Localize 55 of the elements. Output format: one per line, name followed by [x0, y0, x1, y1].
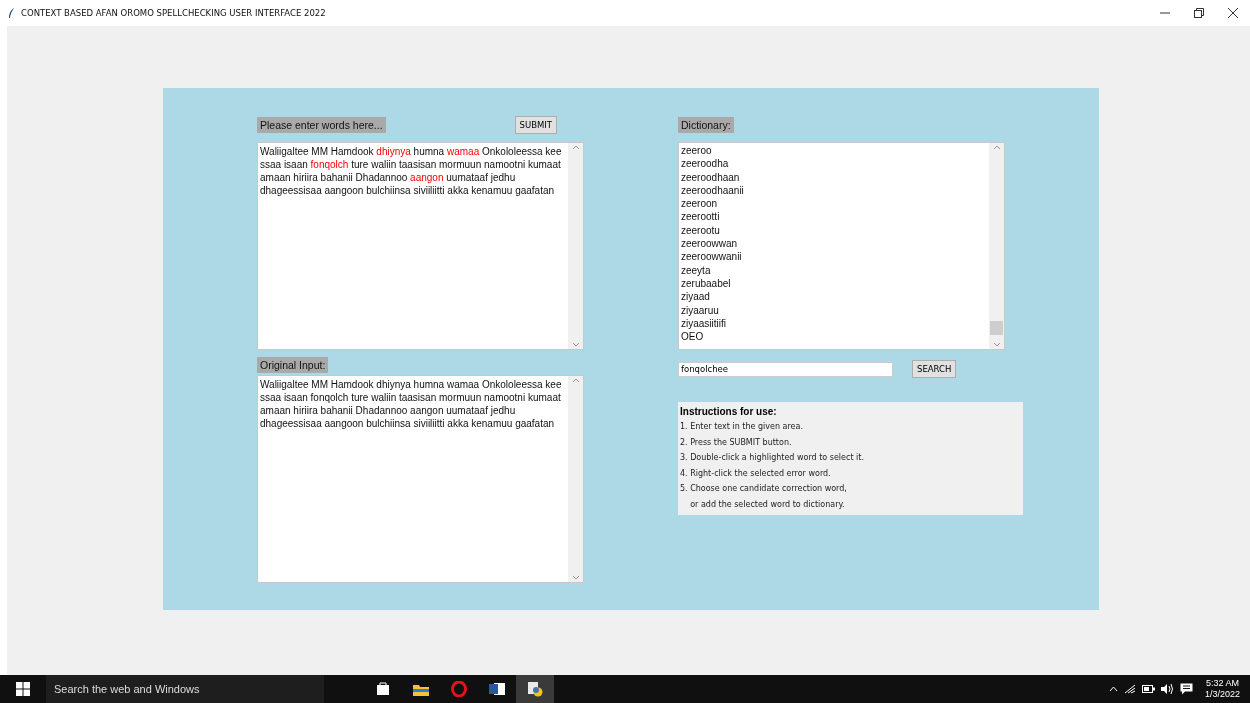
dictionary-item[interactable]: zeeroodhaan	[681, 170, 989, 184]
clock-time[interactable]: 5:32 AM	[1205, 678, 1239, 689]
window-title: CONTEXT BASED AFAN OROMO SPELLCHECKING USER INTERFACE 2022	[21, 8, 326, 18]
text-line: dhageessisaa aangoon bulchiinsa siviiliitti akka kenamuu gaafatan	[260, 417, 556, 430]
dictionary-item[interactable]: ziyaasiitiifi	[681, 316, 989, 331]
instruction-step: 3. Double-click a highlighted word to select it.	[680, 450, 1021, 466]
dictionary-item[interactable]: zeeroodhaanii	[681, 183, 989, 198]
dictionary-item[interactable]: zeerootu	[681, 223, 989, 238]
restore-icon[interactable]	[1194, 8, 1204, 18]
original-text-area[interactable]	[257, 375, 584, 583]
search-field[interactable]: fonqolchee	[678, 361, 893, 377]
dictionary-item[interactable]: zeeroowwanii	[681, 250, 989, 264]
text-line: amaan hiriira bahanii Dhadannoo aangon uumataaf jedhu	[260, 171, 517, 184]
search-button[interactable]: SEARCH	[912, 360, 957, 378]
dictionary-item[interactable]: zerubaabel	[681, 276, 989, 291]
battery-icon[interactable]	[1141, 685, 1155, 693]
instruction-step: or add the selected word to dictionary.	[680, 496, 1021, 513]
text-line: ssaa isaan fonqolch ture waliin taasisan mormuun namootni kumaat	[260, 391, 562, 404]
instructions-title: Instructions for use:	[680, 405, 778, 419]
input-label: Please enter words here...	[257, 117, 386, 133]
dictionary-item[interactable]: zeeroo	[681, 144, 989, 158]
speaker-icon[interactable]	[1160, 684, 1174, 694]
input-text-area[interactable]	[257, 142, 584, 350]
dictionary-item[interactable]: zeeyta	[681, 263, 989, 277]
dictionary-item[interactable]: zeerootti	[681, 210, 989, 224]
instruction-step: 2. Press the SUBMIT button.	[680, 434, 1021, 451]
python-app-icon[interactable]	[516, 675, 554, 703]
feather-icon	[8, 7, 15, 19]
scroll-thumb[interactable]	[990, 321, 1003, 335]
caret-up-icon[interactable]	[1108, 686, 1118, 692]
dictionary-item[interactable]: ziyaad	[681, 290, 989, 304]
dictionary-item[interactable]: zeeroon	[681, 197, 989, 211]
text-line: amaan hiriira bahanii Dhadannoo aangon uumataaf jedhu	[260, 404, 517, 417]
instruction-step: 4. Right-click the selected error word.	[680, 465, 1021, 482]
dictionary-item[interactable]: zeeroodha	[681, 157, 989, 171]
submit-button[interactable]: SUBMIT	[514, 116, 558, 134]
scrollbar[interactable]	[989, 143, 1004, 349]
text-line: dhageessisaa aangoon bulchiinsa siviiliitti akka kenamuu gaafatan	[260, 184, 556, 197]
original-input-label: Original Input:	[257, 357, 329, 373]
clock-date[interactable]: 1/3/2022	[1204, 689, 1240, 700]
text-line: Waliigaltee MM Hamdook dhiynya humna wamaa Onkololeessa kee	[260, 378, 563, 391]
text-line: Waliigaltee MM Hamdook dhiynya humna wamaa Onkololeessa kee	[260, 145, 563, 158]
dictionary-label: Dictionary:	[678, 117, 734, 133]
dictionary-item[interactable]: zeeroowwan	[681, 237, 989, 251]
taskbar-search[interactable]: Search the web and Windows	[46, 675, 324, 703]
notification-icon[interactable]	[1179, 683, 1193, 695]
dictionary-list[interactable]: zeeroo zeeroodha zeeroodhaan zeeroodhaanii zeeroon zeerootti zeerootu zeeroowwan zeeroowwanii zeeyta zerubaabel ziyaad ziyaaruu ziyaasiitiifi OEO	[678, 142, 1005, 350]
wifi-icon[interactable]	[1123, 684, 1136, 694]
dictionary-item[interactable]: OEO	[681, 330, 989, 344]
text-line: ssaa isaan fonqolch ture waliin taasisan mormuun namootni kumaat	[260, 158, 562, 171]
start-icon[interactable]	[16, 682, 30, 696]
dictionary-item[interactable]: ziyaaruu	[681, 303, 989, 317]
instruction-step: 1. Enter text in the given area.	[680, 419, 1021, 435]
close-icon[interactable]	[1228, 8, 1238, 18]
instruction-step: 5. Choose one candidate correction word,	[680, 481, 1021, 497]
